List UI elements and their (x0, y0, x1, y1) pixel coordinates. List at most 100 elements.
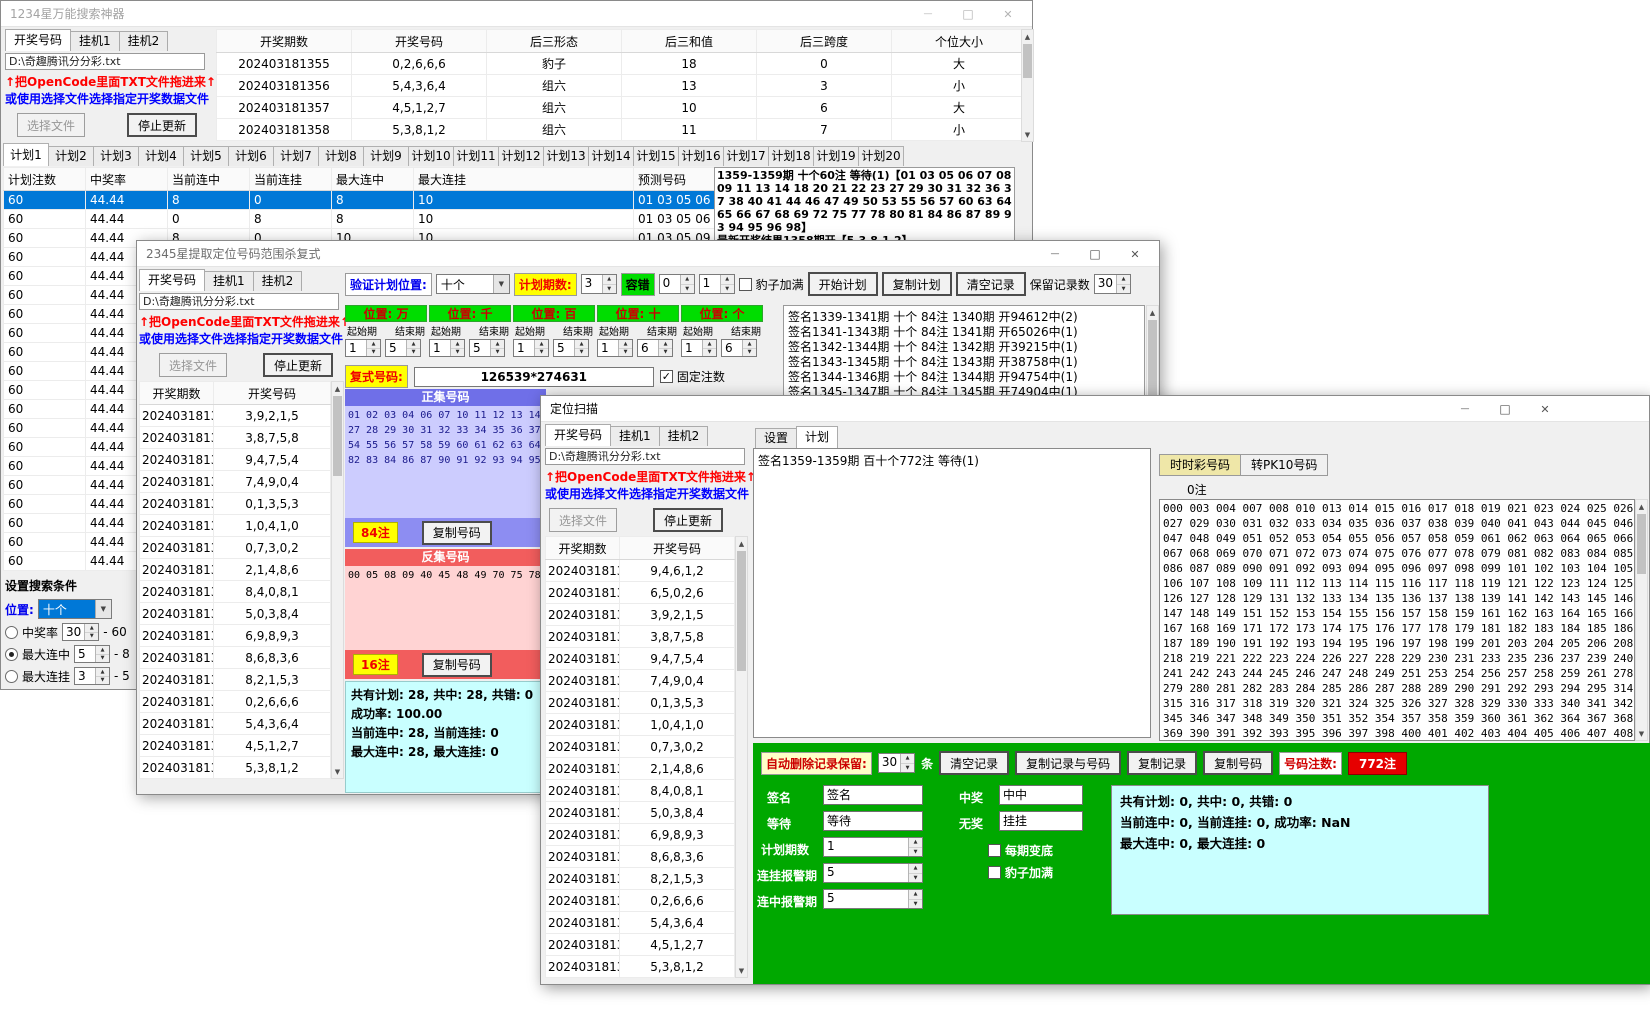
plan-tab[interactable]: 计划14 (588, 146, 634, 166)
spinner-arrows[interactable] (366, 340, 380, 356)
spinner-up-icon[interactable] (659, 340, 672, 349)
plan-tab[interactable]: 计划20 (858, 146, 904, 166)
column-header[interactable]: 开奖期数 (140, 382, 214, 405)
start-period-spinner[interactable]: 1 (597, 339, 633, 357)
copy-records-button[interactable]: 复制记录 (1127, 751, 1197, 775)
spinner-up-icon[interactable] (535, 340, 548, 349)
start-period-spinner[interactable]: 1 (513, 339, 549, 357)
minimize-button[interactable] (908, 1, 948, 27)
lose-alarm-spinner[interactable]: 5 (823, 863, 923, 883)
file-path-input[interactable]: D:\奇趣腾讯分分彩.txt (139, 293, 339, 310)
win-alarm-spinner[interactable]: 5 (823, 889, 923, 909)
table-row[interactable]: 202403181352 6,9,8,9,3 (140, 625, 331, 647)
plan-tab[interactable]: 计划1 (3, 143, 49, 166)
spinner-down-icon[interactable] (85, 633, 98, 641)
column-header[interactable]: 计划注数 (4, 168, 86, 191)
table-row[interactable]: 202403181354 8,2,1,5,3 (546, 868, 735, 890)
spinner-down-icon[interactable] (603, 285, 616, 294)
copy-records-and-numbers-button[interactable]: 复制记录与号码 (1015, 751, 1121, 775)
sign-input[interactable]: 签名 (823, 785, 923, 805)
checkbox-checked-icon[interactable] (988, 866, 1001, 879)
tab-autorun-2[interactable]: 挂机2 (119, 31, 169, 51)
record-line[interactable]: 签名1339-1341期 十个 84注 1340期 开94612中(2) (788, 310, 1140, 325)
chevron-down-icon[interactable] (95, 600, 111, 618)
spinner-down-icon[interactable] (909, 900, 922, 909)
start-period-spinner[interactable]: 1 (345, 339, 381, 357)
spinner-arrows[interactable] (406, 340, 420, 356)
tab-plan[interactable]: 计划 (796, 426, 838, 448)
scrollbar-thumb[interactable] (1637, 514, 1646, 574)
scroll-down-icon[interactable] (1022, 128, 1033, 141)
spinner-down-icon[interactable] (367, 349, 380, 357)
tab-pk10-numbers[interactable]: 转PK10号码 (1240, 454, 1328, 476)
table-row[interactable]: 202403181355 0,2,6,6,6 (140, 691, 331, 713)
maxwin-spinner[interactable]: 5 (74, 645, 110, 663)
record-line[interactable]: 签名1344-1346期 十个 84注 1344期 开94754中(1) (788, 370, 1140, 385)
plan-tab[interactable]: 计划15 (633, 146, 679, 166)
table-row[interactable]: 202403181358 5,3,8,1,2 (546, 956, 735, 978)
scrollbar-thumb[interactable] (737, 551, 746, 671)
scroll-down-icon[interactable] (1636, 727, 1647, 740)
spinner-down-icon[interactable] (743, 349, 756, 357)
tolerance-spinner-2[interactable]: 1 (699, 274, 735, 294)
plan-tab[interactable]: 计划17 (723, 146, 769, 166)
table-row[interactable]: 202403181342 3,9,2,1,5 (140, 405, 331, 427)
spinner-arrows[interactable] (900, 754, 914, 772)
tolerance-spinner-1[interactable]: 0 (659, 274, 695, 294)
spinner-down-icon[interactable] (721, 285, 734, 294)
file-path-input[interactable]: D:\奇趣腾讯分分彩.txt (545, 448, 745, 465)
tab-draw-numbers[interactable]: 开奖号码 (545, 424, 611, 446)
tab-autorun-1[interactable]: 挂机1 (204, 271, 254, 291)
verify-position-select[interactable]: 十个 (436, 274, 510, 294)
plan-row[interactable]: 60 44.44 8 0 8 10 01 03 05 06 07 08 09 1… (4, 191, 716, 210)
record-line[interactable]: 签名1343-1345期 十个 84注 1343期 开38758中(1) (788, 355, 1140, 370)
spinner-arrows[interactable] (490, 340, 504, 356)
table-row[interactable]: 202403181347 1,0,4,1,0 (140, 515, 331, 537)
select-file-button[interactable]: 选择文件 (17, 113, 85, 137)
minimize-button[interactable] (1035, 241, 1075, 267)
clear-records-button[interactable]: 清空记录 (939, 751, 1009, 775)
spinner-up-icon[interactable] (619, 340, 632, 349)
maximize-button[interactable] (948, 1, 988, 27)
spinner-arrows[interactable] (450, 340, 464, 356)
table-row[interactable]: 202403181347 1,0,4,1,0 (546, 714, 735, 736)
radio-icon[interactable] (5, 670, 18, 683)
spinner-arrows[interactable] (95, 668, 109, 684)
table-row[interactable]: 202403181348 0,7,3,0,2 (140, 537, 331, 559)
leopard-fill-checkbox[interactable]: 豹子加满 (739, 276, 804, 293)
spinner-up-icon[interactable] (909, 864, 922, 874)
column-header[interactable]: 后三形态 (487, 30, 622, 53)
scroll-up-icon[interactable] (332, 382, 343, 395)
checkbox-checked-icon[interactable] (660, 370, 673, 383)
spinner-down-icon[interactable] (909, 848, 922, 857)
column-header[interactable]: 开奖号码 (620, 537, 735, 560)
column-header[interactable]: 开奖期数 (546, 537, 620, 560)
maximize-button[interactable] (1075, 241, 1115, 267)
table-row[interactable]: 202403181348 0,7,3,0,2 (546, 736, 735, 758)
plan-periods-spinner[interactable]: 3 (581, 274, 617, 294)
titlebar[interactable]: 2345星提取定位号码范围杀复式 (137, 241, 1159, 267)
win-input[interactable]: 中中 (999, 785, 1083, 805)
spinner-down-icon[interactable] (407, 349, 420, 357)
table-row[interactable]: 202403181356 5,4,3,6,4 (140, 713, 331, 735)
table-row[interactable]: 202403181344 9,4,7,5,4 (546, 648, 735, 670)
table-row[interactable]: 202403181354 8,2,1,5,3 (140, 669, 331, 691)
spinner-down-icon[interactable] (681, 285, 694, 294)
spinner-arrows[interactable] (1116, 275, 1130, 293)
spinner-up-icon[interactable] (909, 890, 922, 900)
column-header[interactable]: 开奖号码 (352, 30, 487, 53)
plan-row[interactable]: 60 44.44 0 8 8 10 01 03 05 06 11 13 14 1… (4, 210, 716, 229)
end-period-spinner[interactable]: 5 (385, 339, 421, 357)
column-header[interactable]: 当前连挂 (250, 168, 332, 191)
end-period-spinner[interactable]: 6 (637, 339, 673, 357)
spinner-up-icon[interactable] (909, 838, 922, 848)
column-header[interactable]: 后三跨度 (757, 30, 892, 53)
vertical-scrollbar[interactable] (1635, 499, 1648, 741)
spinner-arrows[interactable] (618, 340, 632, 356)
scroll-down-icon[interactable] (332, 765, 343, 778)
spinner-arrows[interactable] (84, 624, 98, 640)
scrollbar-thumb[interactable] (333, 396, 342, 476)
close-button[interactable] (1115, 241, 1155, 267)
spinner-down-icon[interactable] (451, 349, 464, 357)
spinner-up-icon[interactable] (575, 340, 588, 349)
